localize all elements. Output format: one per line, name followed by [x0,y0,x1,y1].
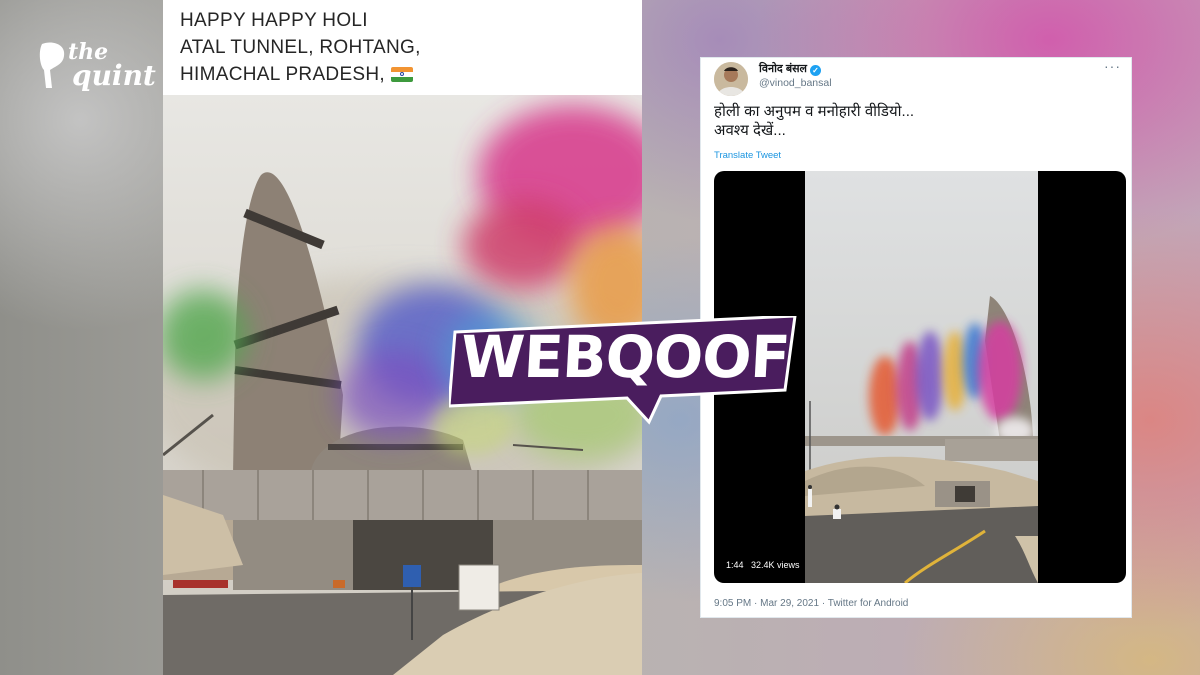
caption-line-2: ATAL TUNNEL, ROHTANG, [180,37,421,58]
video-scene [805,171,1038,583]
webqoof-label: WEBQOOF [459,323,791,391]
tweet-text-line-2: अवश्य देखें... [714,122,786,139]
user-avatar-image [714,62,748,96]
logo-text-quint: quint [72,59,156,92]
avatar[interactable] [714,62,748,96]
translate-tweet-link[interactable]: Translate Tweet [714,150,781,161]
india-flag-icon [391,67,413,83]
caption-line-3: HIMACHAL PRADESH, [180,64,385,85]
verified-badge-icon: ✓ [810,65,821,76]
quote-mark-icon [39,42,65,88]
display-name[interactable]: विनोद बंसल [759,63,807,75]
user-handle[interactable]: @vinod_bansal [759,77,832,89]
video-frame [805,171,1038,583]
video-duration: 1:44 [726,560,744,570]
tweet-text: होली का अनुपम व मनोहारी वीडियो... अवश्य … [714,102,914,140]
video-views: 32.4K views [751,560,800,570]
caption-line-1: HAPPY HAPPY HOLI [180,10,368,31]
webqoof-badge: WEBQOOF [449,316,801,428]
post-caption: HAPPY HAPPY HOLI ATAL TUNNEL, ROHTANG, H… [163,0,642,95]
tweet-timestamp[interactable]: 9:05 PM · Mar 29, 2021 · Twitter for And… [714,598,908,609]
the-quint-logo: the quint [38,40,156,104]
tweet-text-line-1: होली का अनुपम व मनोहारी वीडियो... [714,103,915,120]
more-options-icon[interactable]: ··· [1104,58,1121,74]
